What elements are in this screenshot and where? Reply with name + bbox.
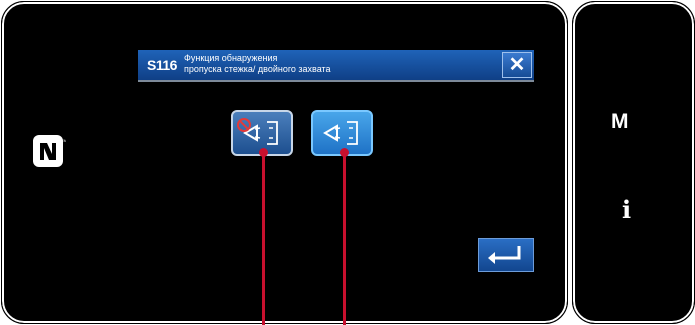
screen-code: S116 (147, 57, 177, 73)
menu-key[interactable]: M (611, 110, 629, 134)
nfc-icon: TM (32, 134, 67, 168)
callout-line-left (262, 152, 265, 325)
enter-button[interactable] (478, 238, 534, 272)
screen-title: Функция обнаружения пропуска стежка/ дво… (184, 53, 331, 74)
close-button[interactable]: ✕ (502, 52, 532, 78)
callout-line-right (343, 152, 346, 325)
side-panel: M i (572, 1, 695, 324)
enter-icon (488, 246, 521, 264)
svg-text:TM: TM (61, 138, 66, 143)
main-screen: S116 Функция обнаружения пропуска стежка… (1, 1, 568, 324)
title-bar: S116 Функция обнаружения пропуска стежка… (138, 50, 534, 80)
info-key[interactable]: i (622, 195, 631, 224)
machine-panel: S116 Функция обнаружения пропуска стежка… (0, 0, 695, 325)
